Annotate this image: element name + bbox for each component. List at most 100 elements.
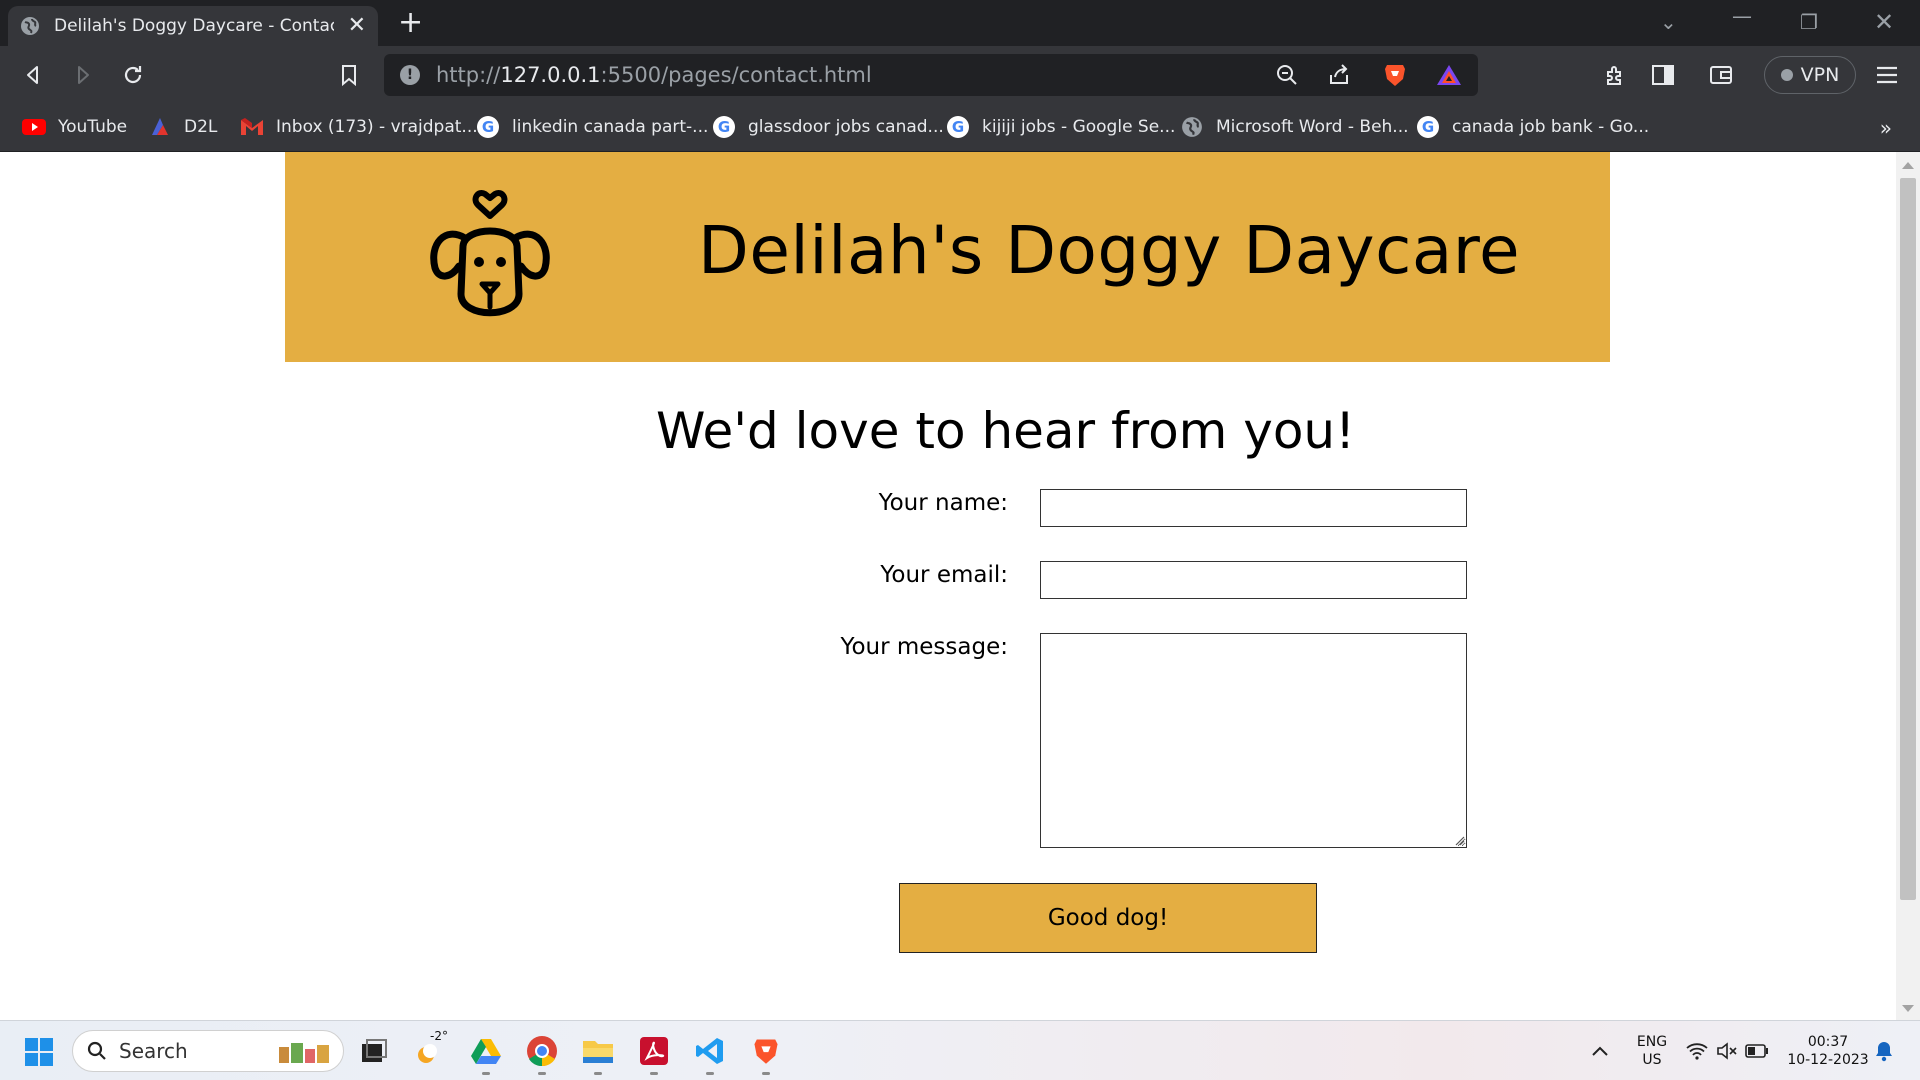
page-scrollbar[interactable]	[1896, 152, 1920, 1020]
weather-icon[interactable]: -2°	[414, 1029, 448, 1067]
vpn-button[interactable]: VPN	[1764, 56, 1856, 94]
back-icon[interactable]	[18, 60, 48, 90]
d2l-icon	[148, 115, 172, 139]
gmail-icon	[240, 115, 264, 139]
tab-title: Delilah's Doggy Daycare - Contact Us	[54, 16, 334, 36]
region-code: US	[1642, 1052, 1662, 1068]
windows-start-icon[interactable]	[24, 1037, 54, 1067]
scroll-up-icon[interactable]	[1902, 162, 1914, 169]
brave-shields-icon[interactable]	[1382, 62, 1408, 88]
acrobat-icon[interactable]	[638, 1035, 670, 1075]
bookmark-youtube[interactable]: YouTube	[22, 114, 127, 140]
site-info-icon[interactable]: !	[400, 65, 420, 85]
bookmark-label: kijiji jobs - Google Se...	[982, 117, 1176, 137]
resize-grip-icon[interactable]	[1453, 834, 1465, 846]
wallet-icon[interactable]	[1706, 60, 1736, 90]
site-header: Delilah's Doggy Daycare	[285, 152, 1610, 362]
zoom-icon[interactable]	[1274, 62, 1300, 88]
window-close-icon[interactable]: ✕	[1874, 8, 1894, 36]
scroll-down-icon[interactable]	[1902, 1005, 1914, 1012]
bookmark-microsoft-word[interactable]: Microsoft Word - Beh...	[1180, 114, 1409, 140]
app-running-indicator	[762, 1072, 770, 1075]
tab-close-icon[interactable]: ✕	[348, 15, 366, 37]
google-drive-icon[interactable]	[470, 1035, 502, 1075]
bookmarks-bar: YouTube D2L Inbox (173) - vrajdpat... G …	[0, 104, 1920, 152]
message-label: Your message:	[840, 634, 1008, 660]
app-running-indicator	[482, 1072, 490, 1075]
volume-muted-icon[interactable]	[1714, 1035, 1740, 1067]
svg-text:G: G	[718, 118, 730, 136]
url-scheme: http://	[436, 63, 501, 87]
minimize-icon[interactable]: —	[1732, 4, 1752, 28]
bookmark-label: Inbox (173) - vrajdpat...	[276, 117, 478, 137]
google-icon: G	[946, 115, 970, 139]
bookmark-icon[interactable]	[334, 60, 364, 90]
taskbar-search[interactable]: Search	[72, 1030, 344, 1072]
search-icon	[87, 1041, 106, 1060]
vpn-status-icon	[1780, 69, 1793, 81]
language-indicator[interactable]: ENG US	[1630, 1033, 1674, 1069]
dog-logo-icon	[430, 190, 550, 317]
vscode-icon[interactable]	[694, 1035, 726, 1075]
windows-taskbar: Search -2° ENG US 00:37 10-12-2023	[0, 1020, 1920, 1080]
svg-text:G: G	[1422, 118, 1434, 136]
file-explorer-icon[interactable]	[582, 1035, 614, 1075]
clock[interactable]: 00:37 10-12-2023	[1780, 1033, 1876, 1069]
bookmark-glassdoor[interactable]: G glassdoor jobs canad...	[712, 114, 944, 140]
chrome-icon[interactable]	[526, 1035, 558, 1075]
app-running-indicator	[706, 1072, 714, 1075]
more-bookmarks-icon[interactable]: »	[1880, 116, 1892, 140]
bookmark-label: linkedin canada part-...	[512, 117, 709, 137]
extensions-icon[interactable]	[1600, 60, 1630, 90]
search-highlight-icon	[279, 1043, 329, 1063]
url-path: :5500/pages/contact.html	[600, 63, 872, 87]
tray-overflow-chevron-icon[interactable]	[1588, 1035, 1612, 1067]
restore-icon[interactable]: ❐	[1800, 10, 1818, 34]
google-icon: G	[712, 115, 736, 139]
new-tab-button[interactable]: +	[398, 8, 423, 38]
browser-tab-strip: Delilah's Doggy Daycare - Contact Us ✕ +…	[0, 0, 1920, 46]
menu-icon[interactable]	[1872, 60, 1902, 90]
email-input[interactable]	[1040, 561, 1467, 599]
bookmark-gmail[interactable]: Inbox (173) - vrajdpat...	[240, 114, 478, 140]
forward-icon[interactable]	[68, 60, 98, 90]
google-icon: G	[476, 115, 500, 139]
vpn-label: VPN	[1800, 64, 1840, 86]
url-text[interactable]: http://127.0.0.1:5500/pages/contact.html	[436, 63, 872, 87]
svg-text:G: G	[952, 118, 964, 136]
reload-icon[interactable]	[118, 60, 148, 90]
task-view-icon[interactable]	[358, 1035, 390, 1067]
notification-bell-icon[interactable]	[1870, 1035, 1898, 1067]
globe-icon	[21, 17, 39, 35]
youtube-icon	[22, 115, 46, 139]
wifi-icon[interactable]	[1684, 1035, 1710, 1067]
address-bar[interactable]: ! http://127.0.0.1:5500/pages/contact.ht…	[384, 54, 1478, 96]
browser-tab-active[interactable]: Delilah's Doggy Daycare - Contact Us ✕	[8, 6, 378, 46]
bookmark-job-bank[interactable]: G canada job bank - Go...	[1416, 114, 1649, 140]
email-label: Your email:	[880, 562, 1008, 588]
url-host: 127.0.0.1	[500, 63, 601, 87]
bookmark-label: D2L	[184, 117, 218, 137]
brave-rewards-icon[interactable]	[1436, 62, 1462, 88]
bookmark-kijiji[interactable]: G kijiji jobs - Google Se...	[946, 114, 1175, 140]
page-viewport: Delilah's Doggy Daycare We'd love to hea…	[0, 152, 1896, 1020]
message-textarea[interactable]	[1040, 633, 1467, 848]
app-running-indicator	[650, 1072, 658, 1075]
tab-search-chevron-icon[interactable]: ⌄	[1660, 10, 1677, 34]
language-code: ENG	[1636, 1034, 1668, 1050]
bookmark-d2l[interactable]: D2L	[148, 114, 217, 140]
clock-time: 00:37	[1807, 1034, 1849, 1050]
share-icon[interactable]	[1326, 62, 1352, 88]
submit-button[interactable]: Good dog!	[899, 883, 1317, 953]
name-input[interactable]	[1040, 489, 1467, 527]
sidebar-icon[interactable]	[1648, 60, 1678, 90]
battery-icon[interactable]	[1744, 1035, 1770, 1067]
page-heading: We'd love to hear from you!	[656, 402, 1356, 460]
search-label: Search	[119, 1039, 188, 1063]
google-icon: G	[1416, 115, 1440, 139]
brave-icon[interactable]	[750, 1035, 782, 1075]
bookmark-linkedin[interactable]: G linkedin canada part-...	[476, 114, 708, 140]
svg-text:G: G	[482, 118, 494, 136]
site-title: Delilah's Doggy Daycare	[698, 212, 1521, 289]
scrollbar-thumb[interactable]	[1900, 178, 1916, 900]
